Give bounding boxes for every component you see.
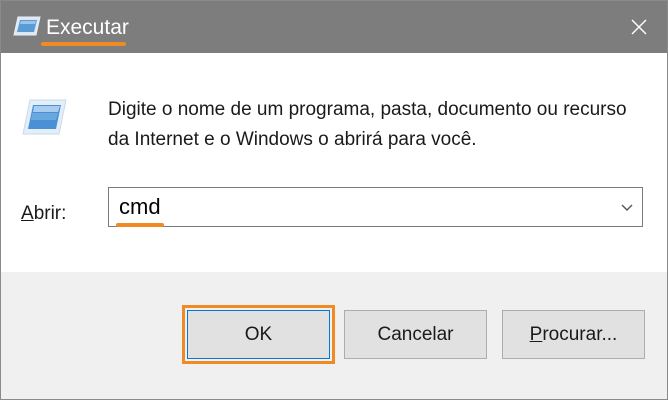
input-highlight-underline (116, 223, 164, 227)
open-input-value[interactable]: cmd (119, 194, 161, 220)
ok-button[interactable]: OK (182, 305, 335, 364)
close-button[interactable] (611, 1, 667, 53)
open-label-access-key: A (21, 203, 34, 224)
open-label: Abrir: (21, 202, 66, 226)
dialog-body: Digite o nome de um programa, pasta, doc… (1, 53, 667, 272)
run-program-icon (22, 99, 67, 135)
cancel-button-label: Cancelar (377, 323, 454, 345)
window-title: Executar (46, 16, 129, 39)
run-dialog: Executar Digite o nome de um programa, p… (0, 0, 668, 400)
dialog-footer: OK Cancelar Procurar... (1, 272, 667, 399)
cancel-button[interactable]: Cancelar (344, 310, 487, 359)
dialog-description: Digite o nome de um programa, pasta, doc… (108, 99, 627, 150)
title-highlight-underline (41, 42, 126, 46)
browse-access-key: P (529, 323, 543, 345)
ok-button-label: OK (244, 323, 273, 345)
browse-button-label: rocurar... (542, 323, 618, 345)
close-icon (631, 19, 647, 35)
chevron-down-icon[interactable] (618, 198, 636, 216)
run-icon (13, 16, 41, 36)
open-label-text: brir: (33, 203, 67, 224)
browse-button[interactable]: Procurar... (502, 310, 645, 359)
open-combobox[interactable]: cmd (108, 187, 643, 227)
title-bar[interactable]: Executar (1, 1, 667, 53)
